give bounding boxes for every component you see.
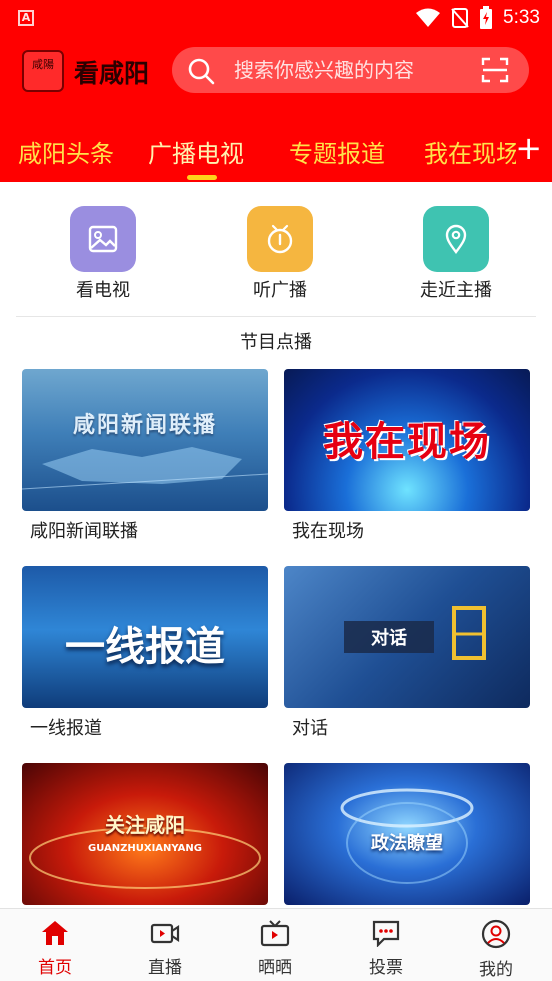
tv-icon <box>260 920 290 947</box>
app-logo: 咸陽 <box>22 50 64 92</box>
thumbnail-caption: 咸阳新闻联播 <box>72 413 217 438</box>
program-card-frontline-report[interactable]: 一线报道 一线报道 <box>22 566 268 740</box>
nav-live-label: 直播 <box>148 958 182 978</box>
thumbnail-caption: 对话 <box>371 628 407 649</box>
status-bar: A 5:33 <box>0 0 552 38</box>
program-title: 一线报道 <box>30 718 102 739</box>
user-icon <box>481 919 511 949</box>
meet-anchors-entry[interactable]: 走近主播 <box>401 206 511 302</box>
nav-vote-label: 投票 <box>369 958 403 978</box>
listen-radio-entry[interactable]: 听广播 <box>225 206 335 302</box>
search-icon <box>188 58 215 85</box>
program-card-xianyang-news[interactable]: 咸阳新闻联播 咸阳新闻联播 <box>22 369 268 543</box>
program-title: 咸阳新闻联播 <box>30 521 138 542</box>
program-title: 对话 <box>292 718 328 739</box>
program-thumbnail: 一线报道 <box>22 566 268 708</box>
program-thumbnail: 政法瞭望 <box>284 763 530 905</box>
nav-share-label: 晒晒 <box>258 958 292 978</box>
bottom-navigation: 首页 直播 晒晒 投票 我的 <box>0 908 552 981</box>
program-card-law-watch[interactable]: 政法瞭望 <box>284 763 530 911</box>
nav-profile[interactable]: 我的 <box>451 919 541 980</box>
program-thumbnail: 咸阳新闻联播 <box>22 369 268 511</box>
nav-profile-label: 我的 <box>479 960 513 980</box>
thumbnail-caption: 关注咸阳 <box>105 813 185 837</box>
nav-live[interactable]: 直播 <box>120 919 210 978</box>
scan-icon[interactable] <box>481 56 509 84</box>
status-icons: 5:33 <box>415 6 540 30</box>
nav-vote[interactable]: 投票 <box>341 919 431 978</box>
meet-anchors-label: 走近主播 <box>420 280 492 301</box>
wifi-icon <box>416 8 441 27</box>
app-header: A 5:33 咸陽 看咸阳 搜索你感兴趣的内容 咸阳头条 广播电视 专题报道 我… <box>0 0 552 182</box>
section-title: 节目点播 <box>240 332 312 353</box>
program-card-on-the-scene[interactable]: 我在现场 我在现场 <box>284 369 530 543</box>
nav-home[interactable]: 首页 <box>10 919 100 978</box>
thumbnail-caption: 一线报道 <box>65 624 225 670</box>
tab-on-the-scene[interactable]: 我在现场 <box>424 134 516 169</box>
chat-bubble-icon <box>372 920 400 948</box>
tab-broadcast-tv[interactable]: 广播电视 <box>148 134 244 169</box>
listen-radio-label: 听广播 <box>253 280 307 301</box>
channel-tabs: 咸阳头条 广播电视 专题报道 我在现场 + <box>0 130 552 182</box>
battery-icon <box>480 6 493 29</box>
tab-special-reports[interactable]: 专题报道 <box>289 134 385 169</box>
thumbnail-caption: 我在现场 <box>323 419 491 465</box>
notification-badge: A <box>18 10 34 26</box>
home-icon <box>42 921 68 945</box>
program-card-dialogue[interactable]: 对话 对话 <box>284 566 530 740</box>
thumbnail-subcaption: GUANZHUXIANYANG <box>87 843 202 854</box>
video-camera-icon <box>150 923 180 944</box>
location-pin-icon <box>423 206 489 272</box>
nav-home-label: 首页 <box>38 958 72 978</box>
watch-tv-entry[interactable]: 看电视 <box>48 206 158 302</box>
section-divider <box>16 316 536 317</box>
watch-tv-label: 看电视 <box>76 280 130 301</box>
tab-xianyang-headlines[interactable]: 咸阳头条 <box>18 134 114 169</box>
thumbnail-caption: 政法瞭望 <box>371 833 443 854</box>
search-bar[interactable]: 搜索你感兴趣的内容 <box>172 47 529 93</box>
app-title: 看咸阳 <box>74 59 150 88</box>
add-channel-button[interactable]: + <box>515 132 542 164</box>
no-sim-icon <box>451 8 469 28</box>
image-icon <box>70 206 136 272</box>
clock: 5:33 <box>503 7 540 28</box>
program-card-focus-xianyang[interactable]: 关注咸阳 GUANZHUXIANYANG <box>22 763 268 911</box>
program-thumbnail: 关注咸阳 GUANZHUXIANYANG <box>22 763 268 905</box>
program-thumbnail: 我在现场 <box>284 369 530 511</box>
program-title: 我在现场 <box>292 521 364 542</box>
radio-icon <box>247 206 313 272</box>
active-tab-indicator <box>187 175 217 180</box>
program-thumbnail: 对话 <box>284 566 530 708</box>
quick-entries: 看电视 听广播 走近主播 <box>0 206 552 302</box>
nav-share[interactable]: 晒晒 <box>230 919 320 978</box>
search-input[interactable]: 搜索你感兴趣的内容 <box>234 47 474 93</box>
